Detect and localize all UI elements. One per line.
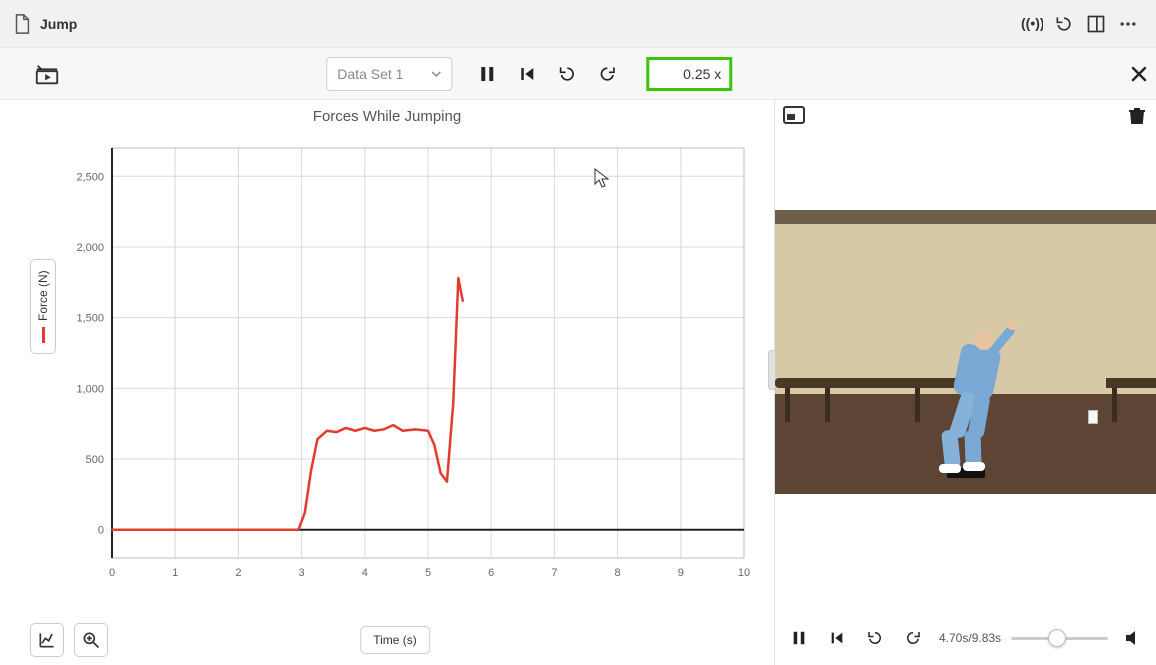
video-sync-icon[interactable] — [30, 57, 64, 91]
layout-icon[interactable] — [1080, 8, 1112, 40]
svg-text:1,500: 1,500 — [76, 313, 104, 325]
svg-text:2,500: 2,500 — [76, 171, 104, 183]
svg-text:1,000: 1,000 — [76, 383, 104, 395]
svg-text:6: 6 — [488, 567, 494, 579]
chart-area[interactable]: 0 1 2 3 4 5 6 7 8 9 10 0 500 1,000 1,500 2,000 2,500 For… — [34, 138, 756, 616]
undo-icon[interactable] — [1048, 8, 1080, 40]
dataset-select[interactable]: Data Set 1 — [326, 57, 452, 91]
app-bar: Jump ((•)) — [0, 0, 1156, 48]
toolbar: Data Set 1 0.25 x — [0, 48, 1156, 100]
svg-text:10: 10 — [738, 567, 750, 579]
svg-text:5: 5 — [425, 567, 431, 579]
graph-tools-button[interactable] — [30, 623, 64, 657]
svg-text:3: 3 — [299, 567, 305, 579]
svg-text:4: 4 — [362, 567, 368, 579]
chart-pane: Forces While Jumping 0 1 2 3 4 5 6 7 8 9 10 0 500 1,0… — [0, 100, 774, 665]
document-icon — [12, 13, 32, 35]
x-axis-text: Time (s) — [373, 633, 417, 647]
step-forward-button[interactable] — [590, 57, 624, 91]
chart-title: Forces While Jumping — [0, 108, 774, 130]
dataset-select-label: Data Set 1 — [337, 66, 403, 82]
volume-icon[interactable] — [1118, 624, 1146, 652]
main-split: Forces While Jumping 0 1 2 3 4 5 6 7 8 9 10 0 500 1,0… — [0, 100, 1156, 665]
delete-icon[interactable] — [1128, 106, 1146, 126]
zoom-button[interactable] — [74, 623, 108, 657]
more-icon[interactable] — [1112, 8, 1144, 40]
chart-svg: 0 1 2 3 4 5 6 7 8 9 10 0 500 1,000 1,500 2,000 2,500 — [34, 138, 754, 616]
series-color-swatch — [42, 327, 45, 343]
video-scrubber[interactable] — [1011, 624, 1108, 652]
svg-text:9: 9 — [678, 567, 684, 579]
step-back-button[interactable] — [550, 57, 584, 91]
video-controls: 4.70s/9.83s — [775, 611, 1156, 665]
svg-text:500: 500 — [86, 454, 104, 466]
svg-text:8: 8 — [615, 567, 621, 579]
skip-start-button[interactable] — [510, 57, 544, 91]
video-pane: 4.70s/9.83s — [774, 100, 1156, 665]
svg-text:2,000: 2,000 — [76, 242, 104, 254]
close-button[interactable] — [1130, 65, 1148, 83]
video-pause-button[interactable] — [785, 624, 813, 652]
x-axis-label-button[interactable]: Time (s) — [360, 626, 430, 654]
svg-text:2: 2 — [235, 567, 241, 579]
document-title: Jump — [40, 16, 77, 32]
y-axis-text: Force (N) — [36, 270, 50, 321]
svg-text:0: 0 — [109, 567, 115, 579]
pause-button[interactable] — [470, 57, 504, 91]
chevron-down-icon — [431, 69, 441, 79]
playback-rate-input[interactable]: 0.25 x — [646, 57, 732, 91]
video-frame[interactable] — [775, 210, 1156, 494]
video-skip-start-button[interactable] — [823, 624, 851, 652]
svg-text:1: 1 — [172, 567, 178, 579]
y-axis-label-button[interactable]: Force (N) — [30, 259, 56, 354]
pip-icon[interactable] — [783, 106, 805, 124]
svg-text:0: 0 — [98, 525, 104, 537]
svg-text:7: 7 — [551, 567, 557, 579]
video-time-label: 4.70s/9.83s — [939, 631, 1001, 645]
video-subject — [935, 330, 1015, 480]
video-step-forward-button[interactable] — [899, 624, 927, 652]
live-readout-icon[interactable]: ((•)) — [1016, 8, 1048, 40]
video-step-back-button[interactable] — [861, 624, 889, 652]
playback-rate-value: 0.25 x — [683, 66, 721, 82]
svg-text:((•)): ((•)) — [1021, 15, 1043, 31]
